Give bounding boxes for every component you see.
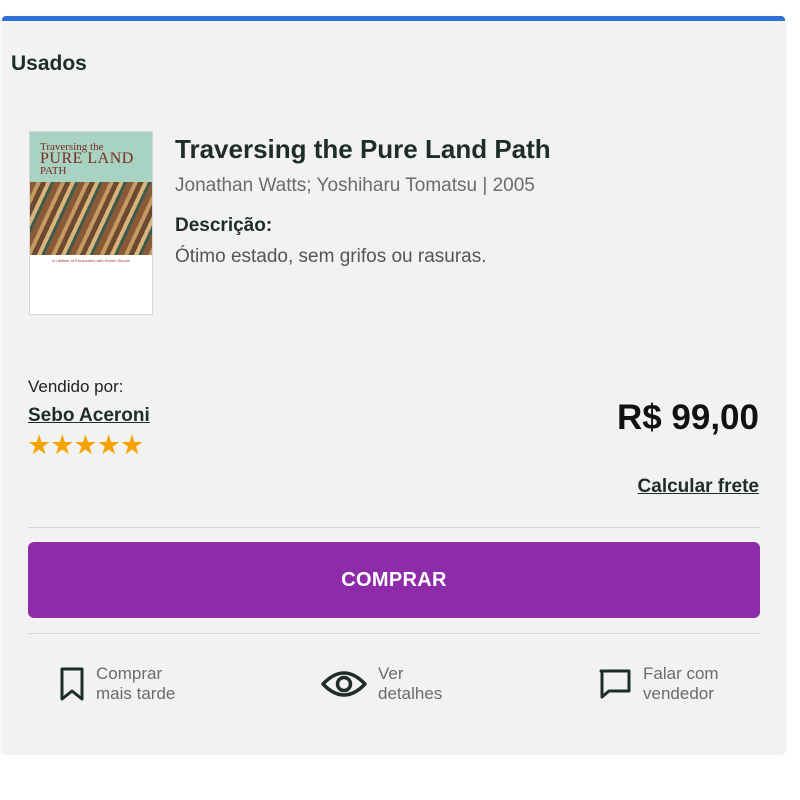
cover-illustration (30, 182, 152, 255)
divider (28, 633, 760, 634)
section-title: Usados (11, 52, 87, 75)
buy-button[interactable]: COMPRAR (28, 542, 760, 618)
book-title[interactable]: Traversing the Pure Land Path (175, 134, 551, 165)
cover-subtitle: A Lifetime of Encounters with Honen Shon… (51, 258, 131, 263)
chat-seller-label-line2: vendedor (643, 684, 714, 703)
calculate-freight-link[interactable]: Calcular frete (638, 476, 759, 498)
buy-later-action[interactable]: Comprar mais tarde (58, 659, 175, 709)
accent-bar (2, 16, 785, 21)
view-details-action[interactable]: Ver detalhes (320, 659, 442, 709)
bookmark-icon (58, 666, 86, 702)
divider (28, 527, 760, 528)
view-details-label-line1: Ver (378, 664, 404, 683)
view-details-label-line2: detalhes (378, 684, 443, 703)
chat-seller-label-line1: Falar com (643, 664, 719, 683)
description-text: Ótimo estado, sem grifos ou rasuras. (175, 246, 487, 267)
chat-seller-action[interactable]: Falar com vendedor (597, 659, 719, 709)
eye-icon (320, 668, 368, 700)
buy-later-label-line1: Comprar (96, 664, 163, 683)
cover-title-line3: PATH (40, 165, 67, 177)
book-cover[interactable]: Traversing the PURE LAND PATH A Lifetime… (29, 131, 153, 315)
seller-rating-stars: ★★★★★ (27, 430, 144, 460)
sold-by-label: Vendido por: (28, 377, 124, 396)
description-label: Descrição: (175, 215, 273, 236)
chat-icon (597, 666, 633, 702)
book-authors-year: Jonathan Watts; Yoshiharu Tomatsu | 2005 (175, 175, 535, 196)
price: R$ 99,00 (616, 398, 759, 437)
seller-link[interactable]: Sebo Aceroni (28, 405, 150, 427)
buy-later-label-line2: mais tarde (96, 684, 176, 703)
offer-card: Usados Traversing the PURE LAND PATH A L… (2, 16, 785, 753)
